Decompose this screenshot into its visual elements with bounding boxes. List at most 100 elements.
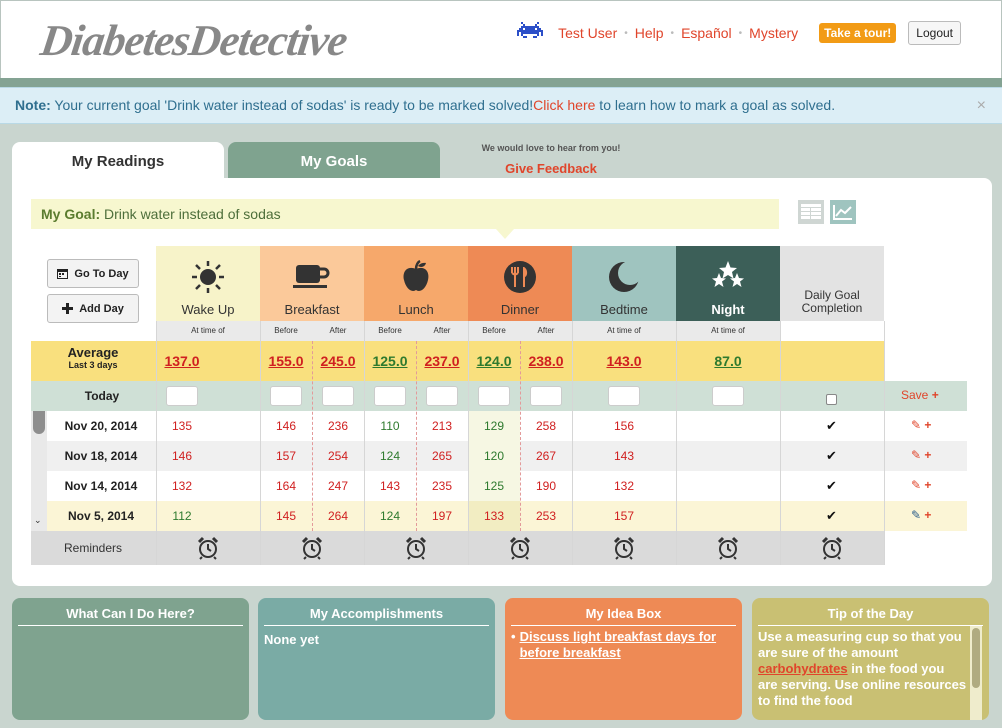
close-icon[interactable]: × <box>977 97 986 115</box>
reading-value[interactable]: 254 <box>312 449 364 463</box>
save-button[interactable]: Save + <box>901 388 939 402</box>
today-reading-input[interactable] <box>374 386 406 406</box>
reading-value[interactable]: 146 <box>156 449 208 463</box>
average-value[interactable]: 87.0 <box>702 353 754 369</box>
average-title: Average <box>67 345 119 360</box>
add-icon[interactable]: + <box>924 448 931 462</box>
nav-mystery[interactable]: Mystery <box>742 25 805 41</box>
row-date[interactable]: Nov 20, 2014 <box>47 419 155 433</box>
average-value[interactable]: 155.0 <box>260 353 312 369</box>
reading-value[interactable]: 143 <box>598 449 650 463</box>
average-value[interactable]: 238.0 <box>520 353 572 369</box>
add-icon[interactable]: + <box>924 508 931 522</box>
add-icon[interactable]: + <box>924 418 931 432</box>
row-date[interactable]: Nov 5, 2014 <box>47 509 155 523</box>
tab-my-readings[interactable]: My Readings <box>12 142 224 180</box>
logout-button[interactable]: Logout <box>908 21 961 45</box>
nav-help[interactable]: Help <box>628 25 671 41</box>
bullet: • <box>511 629 516 644</box>
take-tour-button[interactable]: Take a tour! <box>819 23 897 43</box>
alarm-clock-icon[interactable] <box>405 536 427 560</box>
today-reading-input[interactable] <box>478 386 510 406</box>
today-reading-input[interactable] <box>270 386 302 406</box>
reading-value[interactable]: 110 <box>364 419 416 433</box>
reading-value[interactable]: 133 <box>468 509 520 523</box>
today-reading-input[interactable] <box>426 386 458 406</box>
reading-value[interactable]: 264 <box>312 509 364 523</box>
row-date[interactable]: Nov 18, 2014 <box>47 449 155 463</box>
reading-value[interactable]: 146 <box>260 419 312 433</box>
chart-view-icon[interactable] <box>830 200 856 224</box>
reading-value[interactable]: 132 <box>156 479 208 493</box>
edit-pencil-icon[interactable]: ✎ <box>911 418 921 432</box>
alarm-clock-icon[interactable] <box>717 536 739 560</box>
today-reading-input[interactable] <box>712 386 744 406</box>
reading-value[interactable]: 213 <box>416 419 468 433</box>
average-value[interactable]: 143.0 <box>598 353 650 369</box>
today-reading-input[interactable] <box>530 386 562 406</box>
reading-value[interactable]: 156 <box>598 419 650 433</box>
alarm-clock-icon[interactable] <box>509 536 531 560</box>
alarm-clock-icon[interactable] <box>197 536 219 560</box>
calendar-icon <box>57 269 69 279</box>
reading-value[interactable]: 235 <box>416 479 468 493</box>
reading-value[interactable]: 124 <box>364 449 416 463</box>
tip-keyword-link[interactable]: carbohydrates <box>758 661 848 676</box>
reading-value[interactable]: 247 <box>312 479 364 493</box>
reading-value[interactable]: 112 <box>156 509 208 523</box>
reading-value[interactable]: 265 <box>416 449 468 463</box>
scroll-down-icon[interactable]: ⌄ <box>34 515 42 526</box>
row-date[interactable]: Nov 14, 2014 <box>47 479 155 493</box>
plus-icon[interactable]: + <box>932 388 939 402</box>
alarm-clock-icon[interactable] <box>613 536 635 560</box>
tab-my-goals[interactable]: My Goals <box>228 142 440 178</box>
reading-value[interactable]: 143 <box>364 479 416 493</box>
nav-language[interactable]: Español <box>674 25 739 41</box>
edit-pencil-icon[interactable]: ✎ <box>911 478 921 492</box>
reading-value[interactable]: 157 <box>598 509 650 523</box>
tip-scrollbar-thumb[interactable] <box>972 628 980 688</box>
reading-value[interactable]: 258 <box>520 419 572 433</box>
edit-pencil-icon[interactable]: ✎ <box>911 508 921 522</box>
reading-value[interactable]: 267 <box>520 449 572 463</box>
reading-value[interactable]: 124 <box>364 509 416 523</box>
today-reading-input[interactable] <box>322 386 354 406</box>
reading-value[interactable]: 236 <box>312 419 364 433</box>
coffee-cup-icon <box>260 260 364 290</box>
average-value[interactable]: 125.0 <box>364 353 416 369</box>
grid-line <box>572 321 573 565</box>
average-value[interactable]: 237.0 <box>416 353 468 369</box>
alarm-clock-icon[interactable] <box>301 536 323 560</box>
goal-completion-checkbox[interactable] <box>826 394 837 405</box>
note-link[interactable]: Click here <box>533 97 595 113</box>
reading-value[interactable]: 129 <box>468 419 520 433</box>
reading-value[interactable]: 253 <box>520 509 572 523</box>
add-day-button[interactable]: Add Day <box>47 294 139 323</box>
table-view-icon[interactable] <box>798 200 824 224</box>
reading-value[interactable]: 125 <box>468 479 520 493</box>
reading-value[interactable]: 157 <box>260 449 312 463</box>
reading-value[interactable]: 135 <box>156 419 208 433</box>
average-value[interactable]: 245.0 <box>312 353 364 369</box>
reading-value[interactable]: 132 <box>598 479 650 493</box>
reading-value[interactable]: 145 <box>260 509 312 523</box>
logo[interactable]: DiabetesDetective <box>37 15 350 66</box>
plus-icon <box>62 303 74 314</box>
reading-value[interactable]: 120 <box>468 449 520 463</box>
reading-value[interactable]: 190 <box>520 479 572 493</box>
today-reading-input[interactable] <box>166 386 198 406</box>
average-value[interactable]: 124.0 <box>468 353 520 369</box>
average-value[interactable]: 137.0 <box>156 353 208 369</box>
idea-link[interactable]: Discuss light breakfast days for before … <box>520 629 736 661</box>
add-icon[interactable]: + <box>924 478 931 492</box>
today-reading-input[interactable] <box>608 386 640 406</box>
reading-value[interactable]: 164 <box>260 479 312 493</box>
nav-user[interactable]: Test User <box>551 25 624 41</box>
meal-label: Bedtime <box>600 302 648 317</box>
alarm-clock-icon[interactable] <box>821 536 843 560</box>
give-feedback-link[interactable]: Give Feedback <box>466 161 636 176</box>
user-avatar-icon <box>517 22 544 44</box>
go-to-day-button[interactable]: Go To Day <box>47 259 139 288</box>
edit-pencil-icon[interactable]: ✎ <box>911 448 921 462</box>
reading-value[interactable]: 197 <box>416 509 468 523</box>
